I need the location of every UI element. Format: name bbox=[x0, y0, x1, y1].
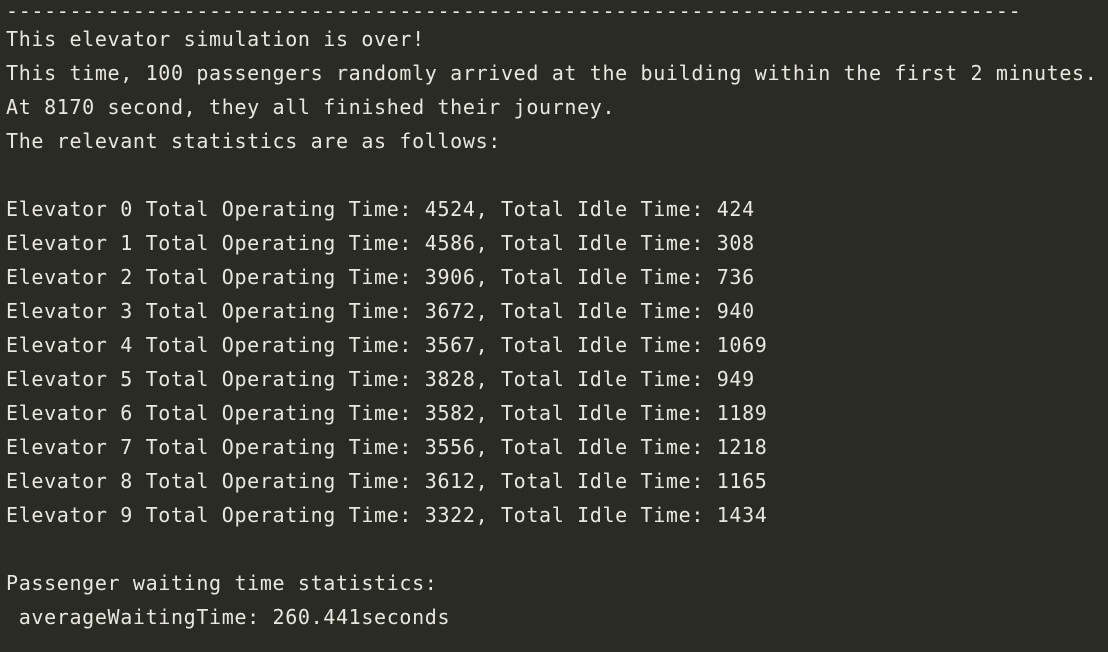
waiting-stats-heading: Passenger waiting time statistics: bbox=[6, 571, 438, 595]
elevator-stat-line-2: Elevator 2 Total Operating Time: 3906, T… bbox=[6, 265, 755, 289]
elevator-stat-line-1: Elevator 1 Total Operating Time: 4586, T… bbox=[6, 231, 755, 255]
average-waiting-time: averageWaitingTime: 260.441seconds bbox=[6, 605, 451, 629]
elevator-stat-line-8: Elevator 8 Total Operating Time: 3612, T… bbox=[6, 469, 768, 493]
elevator-stat-line-6: Elevator 6 Total Operating Time: 3582, T… bbox=[6, 401, 768, 425]
elevator-stat-line-7: Elevator 7 Total Operating Time: 3556, T… bbox=[6, 435, 768, 459]
console-output[interactable]: ----------------------------------------… bbox=[0, 0, 1108, 652]
elevator-stat-line-5: Elevator 5 Total Operating Time: 3828, T… bbox=[6, 367, 755, 391]
console-line-statistics-heading: The relevant statistics are as follows: bbox=[6, 129, 501, 153]
elevator-stat-line-0: Elevator 0 Total Operating Time: 4524, T… bbox=[6, 197, 755, 221]
console-line-end-message: This elevator simulation is over! bbox=[6, 27, 425, 51]
console-line-finish-time: At 8170 second, they all finished their … bbox=[6, 95, 616, 119]
console-line-arrival-summary: This time, 100 passengers randomly arriv… bbox=[6, 61, 1098, 85]
elevator-stat-line-9: Elevator 9 Total Operating Time: 3322, T… bbox=[6, 503, 768, 527]
elevator-stat-line-3: Elevator 3 Total Operating Time: 3672, T… bbox=[6, 299, 755, 323]
elevator-stat-line-4: Elevator 4 Total Operating Time: 3567, T… bbox=[6, 333, 768, 357]
